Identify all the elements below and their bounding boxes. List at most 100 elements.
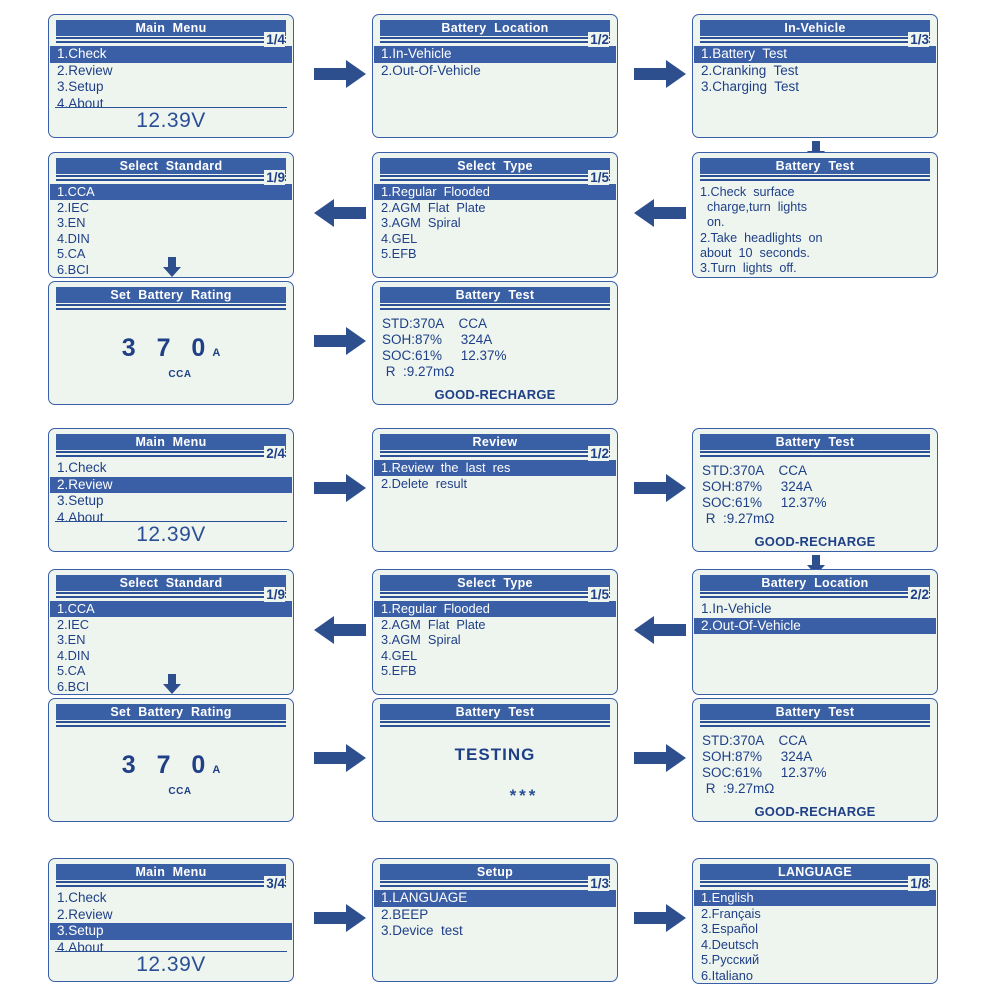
arrow-location-to-invehicle (632, 58, 688, 90)
title-divider (380, 720, 610, 729)
menu-list: 1.Battery Test 2.Cranking Test 3.Chargin… (694, 46, 936, 96)
menu-item-agm-spiral[interactable]: 3.AGM Spiral (380, 632, 610, 648)
menu-item-setup[interactable]: 3.Setup (50, 923, 292, 940)
menu-item-gel[interactable]: 4.GEL (380, 231, 610, 247)
menu-item-in-vehicle[interactable]: 1.In-Vehicle (374, 46, 616, 63)
menu-item-gel[interactable]: 4.GEL (380, 648, 610, 664)
rating-value-group[interactable]: 3 7 0A (56, 751, 286, 780)
menu-item-espanol[interactable]: 3.Español (700, 921, 930, 937)
result-std: STD:370A CCA (702, 463, 808, 478)
screen-in-vehicle[interactable]: In-Vehicle 1/3 1.Battery Test 2.Cranking… (692, 14, 938, 138)
menu-item-charging-test[interactable]: 3.Charging Test (700, 79, 930, 96)
screen-title: Main Menu (56, 864, 286, 880)
menu-item-deutsch[interactable]: 4.Deutsch (700, 937, 930, 953)
menu-item-cranking-test[interactable]: 2.Cranking Test (700, 63, 930, 80)
menu-list: 1.In-Vehicle 2.Out-Of-Vehicle (694, 601, 936, 634)
menu-item-cca[interactable]: 1.CCA (50, 601, 292, 617)
screen-battery-location-1[interactable]: Battery Location 1/2 1.In-Vehicle 2.Out-… (372, 14, 618, 138)
menu-item-device-test[interactable]: 3.Device test (380, 923, 610, 940)
menu-item-review[interactable]: 2.Review (56, 907, 286, 924)
screen-language[interactable]: LANGUAGE 1/8 1.English 2.Français 3.Espa… (692, 858, 938, 984)
menu-item-language[interactable]: 1.LANGUAGE (374, 890, 616, 907)
menu-item-out-of-vehicle[interactable]: 2.Out-Of-Vehicle (380, 63, 610, 80)
menu-item-en[interactable]: 3.EN (56, 632, 286, 648)
rating-value[interactable]: 3 7 0 (122, 751, 213, 779)
screen-battery-test-result-2: Battery Test STD:370A CCA SOH:87% 324A S… (692, 428, 938, 552)
result-soc: SOC:61% 12.37% (702, 495, 827, 510)
menu-item-italiano[interactable]: 6.Italiano (700, 968, 930, 984)
screen-main-menu-1[interactable]: Main Menu 1/4 1.Check 2.Review 3.Setup 4… (48, 14, 294, 138)
menu-item-iec[interactable]: 2.IEC (56, 200, 286, 216)
menu-item-check[interactable]: 1.Check (56, 890, 286, 907)
menu-item-review-last-result[interactable]: 1.Review the last res (374, 460, 616, 476)
menu-item-setup[interactable]: 3.Setup (56, 493, 286, 510)
screen-battery-test-result-1: Battery Test STD:370A CCA SOH:87% 324A S… (372, 281, 618, 405)
menu-item-din[interactable]: 4.DIN (56, 231, 286, 247)
screen-title: Select Standard (56, 575, 286, 591)
menu-item-iec[interactable]: 2.IEC (56, 617, 286, 633)
menu-item-beep[interactable]: 2.BEEP (380, 907, 610, 924)
menu-item-regular-flooded[interactable]: 1.Regular Flooded (374, 184, 616, 200)
page-indicator: 2/2 (908, 587, 929, 602)
screen-title: Battery Test (700, 158, 930, 174)
arrow-mainmenu2-to-review (312, 472, 368, 504)
screen-title: Review (380, 434, 610, 450)
menu-item-check[interactable]: 1.Check (50, 46, 292, 63)
menu-item-francais[interactable]: 2.Français (700, 906, 930, 922)
arrow-testing-to-result3 (632, 742, 688, 774)
title-divider: 1/9 (56, 170, 286, 185)
screen-review[interactable]: Review 1/2 1.Review the last res 2.Delet… (372, 428, 618, 552)
menu-item-review[interactable]: 2.Review (50, 476, 292, 493)
screen-title: Battery Test (380, 704, 610, 720)
menu-item-en[interactable]: 3.EN (56, 215, 286, 231)
screen-title: Battery Test (380, 287, 610, 303)
title-divider (700, 720, 930, 729)
rating-standard-label: CCA (168, 369, 192, 380)
title-divider: 1/9 (56, 587, 286, 602)
voltage-readout: 12.39V (55, 521, 287, 547)
menu-item-din[interactable]: 4.DIN (56, 648, 286, 664)
screen-select-type-1[interactable]: Select Type 1/5 1.Regular Flooded 2.AGM … (372, 152, 618, 278)
menu-item-setup[interactable]: 3.Setup (56, 79, 286, 96)
menu-item-review[interactable]: 2.Review (56, 63, 286, 80)
menu-item-check[interactable]: 1.Check (56, 460, 286, 477)
rating-value[interactable]: 3 7 0 (122, 334, 213, 362)
result-lines: STD:370A CCA SOH:87% 324A SOC:61% 12.37%… (700, 463, 930, 527)
screen-set-battery-rating-2[interactable]: Set Battery Rating 3 7 0A CCA (48, 698, 294, 822)
menu-item-efb[interactable]: 5.EFB (380, 663, 610, 679)
menu-item-battery-test[interactable]: 1.Battery Test (694, 46, 936, 63)
arrow-main-to-location (312, 58, 368, 90)
rating-value-group[interactable]: 3 7 0A (56, 334, 286, 363)
screen-battery-location-2[interactable]: Battery Location 2/2 1.In-Vehicle 2.Out-… (692, 569, 938, 695)
menu-item-agm-flat-plate[interactable]: 2.AGM Flat Plate (380, 617, 610, 633)
screen-main-menu-2[interactable]: Main Menu 2/4 1.Check 2.Review 3.Setup 4… (48, 428, 294, 552)
screen-setup[interactable]: Setup 1/3 1.LANGUAGE 2.BEEP 3.Device tes… (372, 858, 618, 982)
menu-item-english[interactable]: 1.English (694, 890, 936, 906)
menu-item-delete-result[interactable]: 2.Delete result (380, 476, 610, 492)
result-soc: SOC:61% 12.37% (702, 765, 827, 780)
screen-select-type-2[interactable]: Select Type 1/5 1.Regular Flooded 2.AGM … (372, 569, 618, 695)
menu-item-regular-flooded[interactable]: 1.Regular Flooded (374, 601, 616, 617)
arrow-review-to-result (632, 472, 688, 504)
instruction-list: 1.Check surface charge,turn lights on. 2… (700, 185, 930, 276)
arrow-standard-to-rating (162, 256, 182, 278)
result-soc: SOC:61% 12.37% (382, 348, 507, 363)
menu-item-agm-spiral[interactable]: 3.AGM Spiral (380, 215, 610, 231)
screen-title: Select Type (380, 158, 610, 174)
menu-item-cca[interactable]: 1.CCA (50, 184, 292, 200)
menu-list: 1.In-Vehicle 2.Out-Of-Vehicle (374, 46, 616, 80)
menu-item-russian[interactable]: 5.Русский (700, 952, 930, 968)
screen-set-battery-rating-1[interactable]: Set Battery Rating 3 7 0A CCA (48, 281, 294, 405)
title-divider (56, 720, 286, 729)
title-divider (380, 303, 610, 312)
screen-main-menu-3[interactable]: Main Menu 3/4 1.Check 2.Review 3.Setup 4… (48, 858, 294, 982)
menu-list: 1.Review the last res 2.Delete result (374, 460, 616, 492)
page-indicator: 3/4 (264, 876, 285, 891)
menu-item-out-of-vehicle[interactable]: 2.Out-Of-Vehicle (694, 617, 936, 634)
menu-item-efb[interactable]: 5.EFB (380, 246, 610, 262)
menu-item-in-vehicle[interactable]: 1.In-Vehicle (700, 601, 930, 618)
result-std: STD:370A CCA (382, 316, 488, 331)
menu-item-agm-flat-plate[interactable]: 2.AGM Flat Plate (380, 200, 610, 216)
result-verdict: GOOD-RECHARGE (754, 534, 876, 549)
menu-list: 1.Check 2.Review 3.Setup 4.About (50, 46, 292, 112)
